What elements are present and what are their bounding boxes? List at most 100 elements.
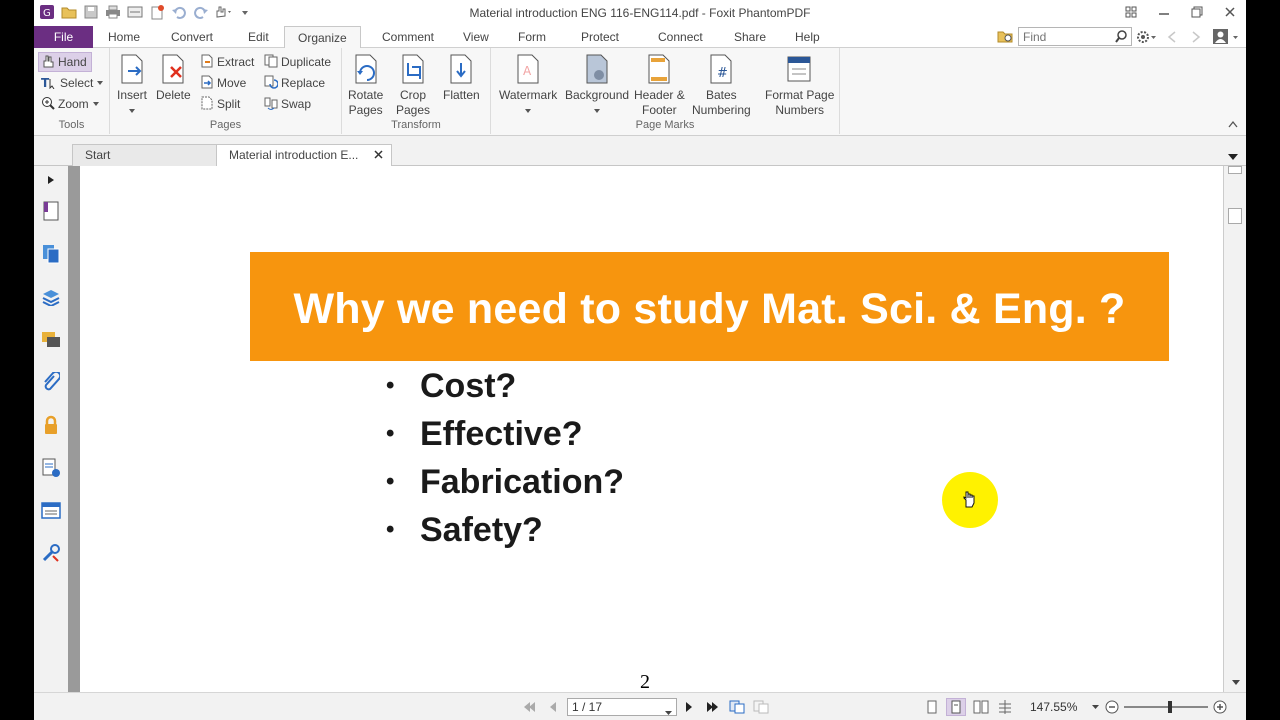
next-page-icon[interactable] [682,698,696,716]
zoom-in-icon[interactable] [1212,698,1228,716]
tab-protect[interactable]: Protect [581,26,619,48]
tab-list-dropdown-icon[interactable] [1228,149,1238,163]
split-button[interactable]: Split [200,94,240,114]
swap-label: Swap [281,97,312,111]
vertical-scrollbar[interactable] [1223,166,1246,692]
scrollbar-thumb[interactable] [1228,208,1242,224]
slide-page-number: 2 [640,671,650,692]
tools-wrench-icon[interactable] [40,542,62,564]
tab-convert[interactable]: Convert [171,26,213,48]
replace-icon [264,75,279,92]
tab-current-document[interactable]: Material introduction E... [216,144,392,167]
bullet-text: Cost? [420,366,517,405]
zoom-tool-button[interactable]: Zoom [41,94,100,114]
tab-comment[interactable]: Comment [382,26,434,48]
insert-pages-button[interactable]: Insert [116,52,148,118]
watermark-button[interactable]: A Watermark [499,52,557,118]
rotate-pages-button[interactable]: Rotate Pages [348,52,383,118]
signatures-icon[interactable] [40,457,62,479]
tab-home[interactable]: Home [108,26,140,48]
security-lock-icon[interactable] [40,414,62,436]
document-page-view[interactable]: Why we need to study Mat. Sci. & Eng. ? … [80,166,1223,692]
extract-button[interactable]: Extract [200,52,254,72]
tab-form[interactable]: Form [518,26,546,48]
format-page-numbers-button[interactable]: Format Page Numbers [765,52,834,118]
tab-organize[interactable]: Organize [284,26,361,49]
zoom-level[interactable]: 147.55% [1030,700,1077,714]
delete-label: Delete [156,88,191,102]
duplicate-icon [264,54,278,71]
forward-arrow-icon[interactable] [1190,30,1202,47]
select-tool-button[interactable]: T Select [41,73,104,93]
single-page-view-icon[interactable] [924,698,940,716]
close-window-icon[interactable] [1213,0,1246,24]
continuous-facing-view-icon[interactable] [996,698,1014,716]
bates-label-1: Bates [706,88,737,102]
bullet-text: Fabrication? [420,462,625,501]
last-page-icon[interactable] [704,698,720,716]
gear-icon[interactable] [1136,30,1158,47]
expand-panel-icon[interactable] [40,169,62,191]
delete-pages-button[interactable]: Delete [156,52,191,103]
page-number-field[interactable]: 1 / 17 [567,698,677,716]
select-tool-label: Select [60,76,94,90]
bates-numbering-button[interactable]: # Bates Numbering [692,52,751,118]
chevron-down-icon [524,103,532,118]
bookmarks-icon[interactable] [40,200,62,222]
search-icon[interactable] [1115,30,1128,46]
replace-button[interactable]: Replace [264,73,325,93]
header-footer-button[interactable]: Header & Footer [634,52,685,118]
hand-tool-label: Hand [58,55,87,69]
select-text-icon: T [41,75,57,92]
tab-share[interactable]: Share [734,26,766,48]
find-folder-icon[interactable] [997,29,1013,46]
tab-connect[interactable]: Connect [658,26,703,48]
zoom-dropdown-icon[interactable] [1090,698,1100,716]
move-button[interactable]: Move [200,73,246,93]
ribbon-display-icon[interactable] [1114,0,1147,24]
zoom-out-icon[interactable] [1104,698,1120,716]
pages-group: Insert Delete Extract Move Split Duplica… [110,48,342,134]
find-input[interactable] [1019,28,1113,45]
tab-edit[interactable]: Edit [248,26,269,48]
chevron-down-icon [128,103,136,118]
collapse-ribbon-icon[interactable] [1228,117,1238,131]
duplicate-button[interactable]: Duplicate [264,52,331,72]
content-icon[interactable] [40,500,62,522]
continuous-view-icon[interactable] [946,698,966,716]
back-arrow-icon[interactable] [1166,30,1178,47]
split-label: Split [217,97,241,111]
close-tab-icon[interactable] [374,145,383,166]
transform-group: Rotate Pages Crop Pages Flatten Transfor… [342,48,491,134]
first-page-icon[interactable] [522,698,538,716]
minimize-icon[interactable] [1147,0,1180,24]
tab-start[interactable]: Start [72,144,217,166]
zoom-slider[interactable] [1124,706,1208,708]
previous-page-icon[interactable] [546,698,560,716]
user-account-icon[interactable] [1212,28,1242,49]
background-button[interactable]: Background [565,52,629,118]
swap-button[interactable]: Swap [264,94,311,114]
tab-view[interactable]: View [463,26,489,48]
facing-view-icon[interactable] [972,698,990,716]
tab-help[interactable]: Help [795,26,820,48]
crop-page-icon [397,52,429,86]
attachments-icon[interactable] [40,371,62,393]
page-thumbnails-icon[interactable] [40,243,62,265]
zoom-slider-thumb[interactable] [1168,701,1172,713]
scroll-up-button[interactable] [1228,166,1242,174]
flatten-button[interactable]: Flatten [443,52,480,103]
hand-tool-button[interactable]: Hand [38,52,92,72]
file-menu-button[interactable]: File [34,26,93,48]
comments-icon[interactable] [40,329,62,351]
restore-icon[interactable] [1180,0,1213,24]
slide-bullet-list: • Cost? • Effective? • Fabrication? • Safety… [386,362,624,554]
crop-pages-button[interactable]: Crop Pages [396,52,430,118]
background-icon [581,52,613,86]
previous-view-icon[interactable] [728,698,746,716]
scroll-down-icon[interactable] [1232,674,1240,688]
next-view-icon[interactable] [752,698,770,716]
panel-splitter[interactable] [68,166,80,694]
layers-icon[interactable] [40,286,62,308]
format-page-numbers-icon [784,52,816,86]
